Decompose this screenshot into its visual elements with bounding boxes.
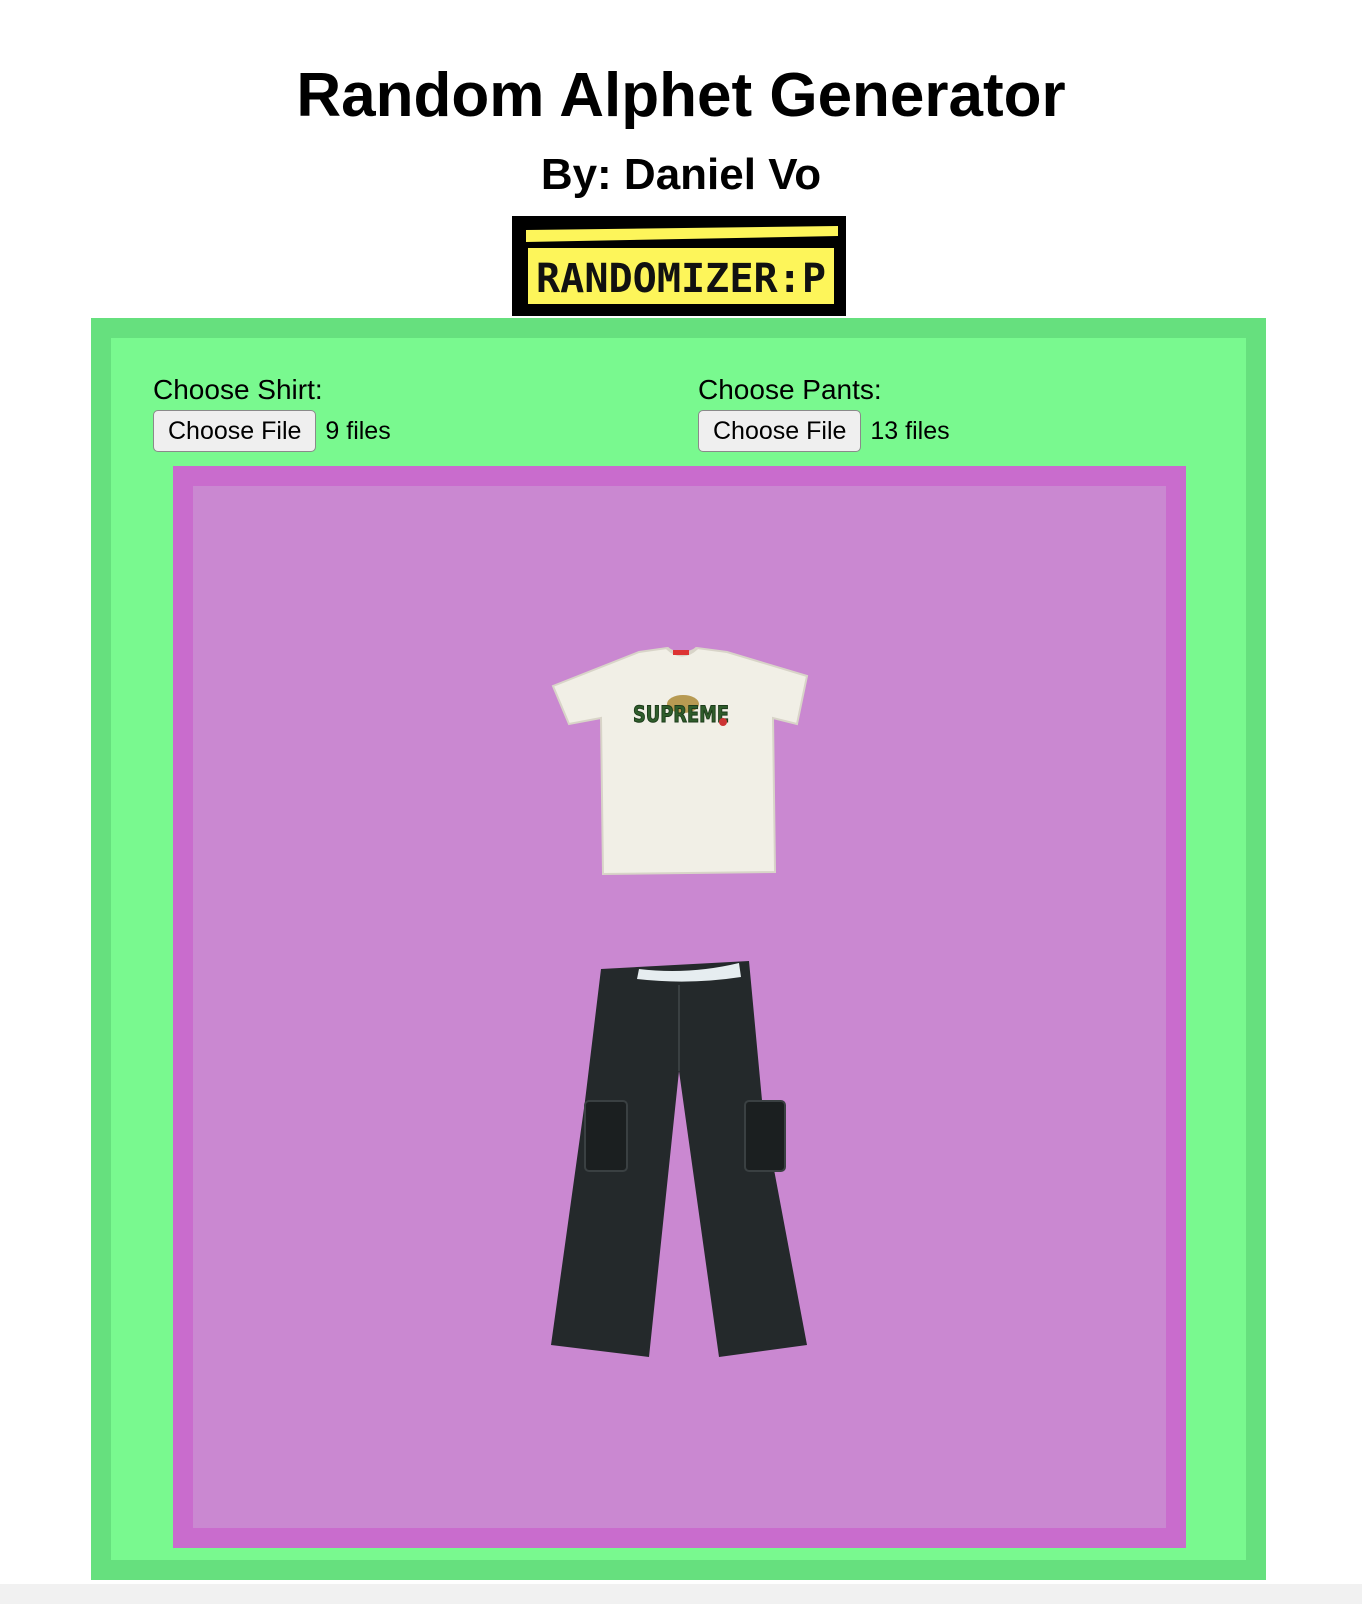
choose-shirt-file-button[interactable]: Choose File [153, 410, 317, 452]
pants-image [551, 961, 807, 1357]
shirt-file-count: 9 files [325, 416, 391, 445]
page: Random Alphet Generator By: Daniel Vo RA… [0, 0, 1362, 1604]
logo-wordmark: RANDOMIZER:P [536, 256, 826, 302]
randomizer-panel: Choose Shirt: Choose File 9 files Choose… [91, 318, 1266, 1580]
outfit-display-frame: SUPREME [173, 466, 1186, 1548]
pants-file-count: 13 files [870, 416, 950, 445]
shirt-print-text: SUPREME [633, 703, 729, 728]
outfit-display: SUPREME [193, 486, 1166, 1528]
shirt-image: SUPREME [551, 646, 809, 876]
randomizer-logo: RANDOMIZER:P [512, 216, 846, 316]
shirt-picker: Choose Shirt: Choose File 9 files [153, 374, 391, 452]
randomizer-panel-inner: Choose Shirt: Choose File 9 files Choose… [111, 338, 1246, 1560]
pants-picker: Choose Pants: Choose File 13 files [698, 374, 950, 452]
choose-pants-file-button[interactable]: Choose File [698, 410, 862, 452]
shirt-picker-label: Choose Shirt: [153, 374, 323, 405]
author-byline: By: Daniel Vo [540, 150, 822, 199]
page-bottom-edge [0, 1584, 1362, 1604]
shirt-file-input: Choose File 9 files [153, 410, 391, 452]
page-title: Random Alphet Generator [296, 61, 1066, 130]
pants-picker-label: Choose Pants: [698, 374, 882, 405]
pants-file-input: Choose File 13 files [698, 410, 950, 452]
